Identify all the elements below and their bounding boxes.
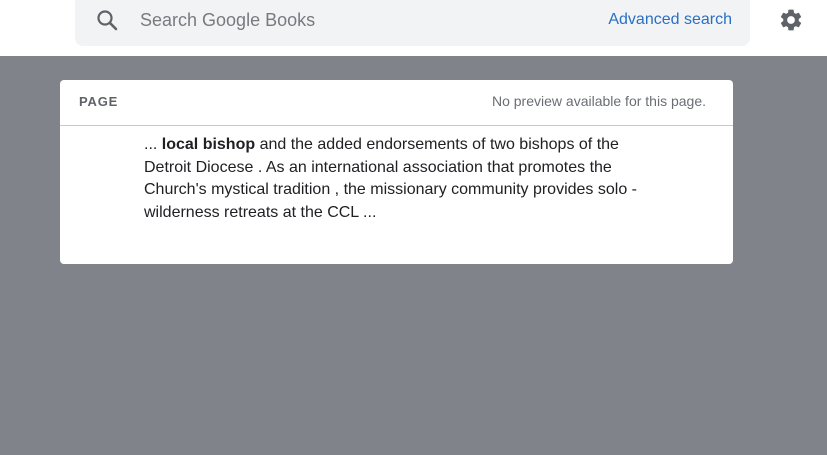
result-card: PAGE No preview available for this page.… — [60, 80, 733, 264]
search-box: Advanced search — [75, 0, 750, 46]
preview-status: No preview available for this page. — [491, 93, 706, 109]
text-snippet: ... local bishop and the added endorseme… — [144, 134, 644, 224]
search-icon[interactable] — [95, 8, 119, 32]
card-header: PAGE No preview available for this page. — [60, 80, 733, 126]
advanced-search-link[interactable]: Advanced search — [608, 10, 732, 30]
search-input[interactable] — [140, 8, 570, 32]
snippet-highlight: local bishop — [161, 136, 256, 153]
top-bar: Advanced search — [0, 0, 827, 56]
gear-icon[interactable] — [778, 7, 804, 33]
section-label: PAGE — [79, 94, 119, 109]
snippet-prefix: ... — [144, 136, 162, 153]
